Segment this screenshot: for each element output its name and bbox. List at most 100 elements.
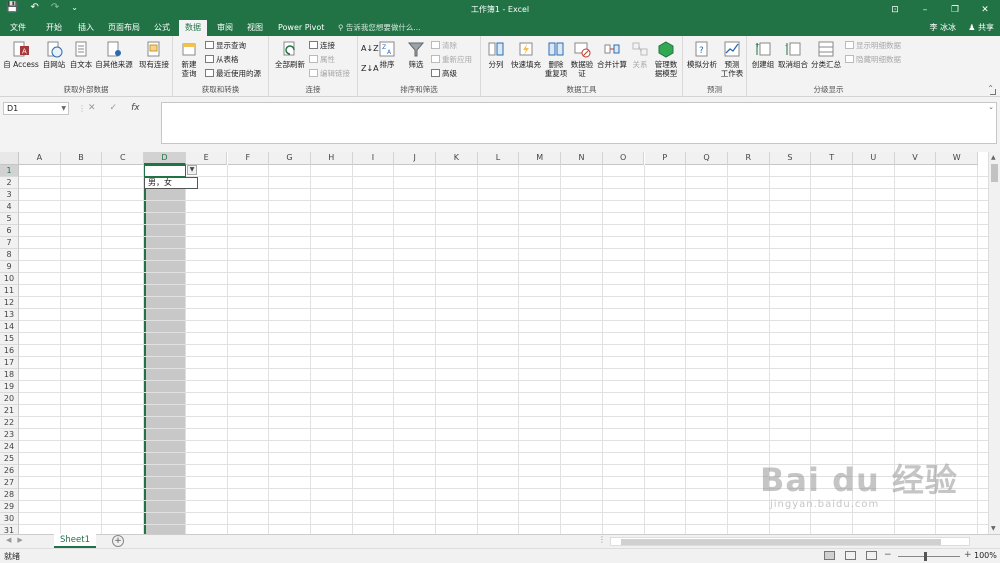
validation-dropdown-arrow-icon[interactable]: ▼ [187, 165, 197, 175]
recent-sources-button[interactable]: 最近使用的源 [205, 69, 261, 79]
remove-duplicates-button[interactable]: 删除 重复项 [543, 40, 569, 78]
column-header-w[interactable]: W [936, 152, 979, 165]
column-header-e[interactable]: E [185, 152, 228, 165]
scroll-down-icon[interactable]: ▼ [991, 525, 996, 532]
row-header-10[interactable]: 10 [0, 273, 19, 285]
row-header-14[interactable]: 14 [0, 321, 19, 333]
row-header-20[interactable]: 20 [0, 393, 19, 405]
properties-button[interactable]: 属性 [309, 55, 335, 65]
row-header-5[interactable]: 5 [0, 213, 19, 225]
row-header-3[interactable]: 3 [0, 189, 19, 201]
column-header-u[interactable]: U [853, 152, 895, 165]
expand-formula-bar-icon[interactable]: ⌄ [988, 103, 994, 111]
validation-dropdown-list[interactable]: 男，女 [144, 177, 198, 189]
column-header-v[interactable]: V [894, 152, 937, 165]
cancel-icon[interactable]: ✕ [88, 102, 96, 115]
row-header-22[interactable]: 22 [0, 417, 19, 429]
forecast-sheet-button[interactable]: 预测 工作表 [718, 40, 746, 78]
active-cell-d1[interactable] [144, 165, 186, 177]
row-header-24[interactable]: 24 [0, 441, 19, 453]
column-header-b[interactable]: B [60, 152, 103, 165]
from-table-button[interactable]: 从表格 [205, 55, 239, 65]
column-header-o[interactable]: O [602, 152, 645, 165]
new-sheet-icon[interactable]: + [112, 535, 124, 547]
new-query-button[interactable]: 新建 查询 [177, 40, 201, 78]
zoom-slider[interactable] [898, 556, 960, 557]
column-header-m[interactable]: M [519, 152, 562, 165]
tab-splitter-icon[interactable]: ⋮ [598, 535, 606, 544]
hide-detail-button[interactable]: 隐藏明细数据 [845, 55, 901, 65]
row-header-2[interactable]: 2 [0, 177, 19, 189]
clear-filter-button[interactable]: 清除 [431, 41, 457, 51]
minimize-button[interactable]: – [910, 0, 940, 20]
column-header-h[interactable]: H [310, 152, 353, 165]
name-box-dropdown-icon[interactable]: ▼ [61, 103, 66, 115]
reapply-button[interactable]: 重新应用 [431, 55, 472, 65]
tab-file[interactable]: 文件 [4, 20, 32, 36]
row-header-15[interactable]: 15 [0, 333, 19, 345]
tab-data[interactable]: 数据 [179, 20, 207, 36]
tab-formulas[interactable]: 公式 [148, 20, 176, 36]
row-header-16[interactable]: 16 [0, 345, 19, 357]
column-header-l[interactable]: L [477, 152, 520, 165]
relationships-button[interactable]: 关系 [629, 40, 651, 69]
column-header-j[interactable]: J [394, 152, 436, 165]
column-header-i[interactable]: I [352, 152, 395, 165]
row-header-31[interactable]: 31 [0, 525, 19, 534]
row-header-30[interactable]: 30 [0, 513, 19, 525]
tab-view[interactable]: 视图 [241, 20, 269, 36]
select-all-button[interactable] [0, 152, 19, 165]
tab-home[interactable]: 开始 [40, 20, 68, 36]
show-detail-button[interactable]: 显示明细数据 [845, 41, 901, 51]
vertical-scrollbar[interactable]: ▲ ▼ [988, 152, 1000, 534]
advanced-filter-button[interactable]: 高级 [431, 69, 457, 79]
page-break-view-icon[interactable] [866, 551, 877, 560]
horizontal-scroll-thumb[interactable] [621, 539, 941, 545]
zoom-out-icon[interactable]: − [884, 550, 892, 560]
row-header-26[interactable]: 26 [0, 465, 19, 477]
row-header-23[interactable]: 23 [0, 429, 19, 441]
tab-page-layout[interactable]: 页面布局 [102, 20, 146, 36]
flash-fill-button[interactable]: 快速填充 [508, 40, 544, 69]
vertical-scroll-thumb[interactable] [991, 164, 998, 182]
zoom-in-icon[interactable]: + [964, 550, 972, 560]
share-button[interactable]: ♟ 共享 [968, 20, 994, 36]
row-header-18[interactable]: 18 [0, 369, 19, 381]
column-header-s[interactable]: S [769, 152, 812, 165]
tab-insert[interactable]: 插入 [72, 20, 100, 36]
from-web-button[interactable]: 自网站 [40, 40, 68, 69]
column-header-d[interactable]: D [144, 152, 186, 165]
connections-button[interactable]: 连接 [309, 41, 335, 51]
text-to-columns-button[interactable]: 分列 [484, 40, 508, 69]
tab-power-pivot[interactable]: Power Pivot [272, 20, 330, 36]
enter-icon[interactable]: ✓ [110, 102, 118, 115]
collapse-ribbon-icon[interactable]: ⌃ [987, 84, 994, 93]
column-header-r[interactable]: R [727, 152, 770, 165]
row-header-25[interactable]: 25 [0, 453, 19, 465]
row-header-19[interactable]: 19 [0, 381, 19, 393]
row-header-29[interactable]: 29 [0, 501, 19, 513]
subtotal-button[interactable]: 分类汇总 [809, 40, 843, 69]
column-header-p[interactable]: P [644, 152, 687, 165]
zoom-slider-knob[interactable] [924, 552, 927, 561]
normal-view-icon[interactable] [824, 551, 835, 560]
data-validation-button[interactable]: 数据验 证 [568, 40, 596, 78]
edit-links-button[interactable]: 编辑链接 [309, 69, 350, 79]
what-if-analysis-button[interactable]: ? 模拟分析 [685, 40, 719, 69]
row-header-17[interactable]: 17 [0, 357, 19, 369]
from-access-button[interactable]: A 自 Access [2, 40, 40, 69]
existing-connections-button[interactable]: 现有连接 [137, 40, 171, 69]
row-header-9[interactable]: 9 [0, 261, 19, 273]
zoom-level[interactable]: 100% [974, 551, 997, 560]
ribbon-display-options-button[interactable]: ⊡ [880, 0, 910, 20]
column-header-g[interactable]: G [269, 152, 311, 165]
row-header-27[interactable]: 27 [0, 477, 19, 489]
scroll-up-icon[interactable]: ▲ [991, 154, 996, 161]
row-header-21[interactable]: 21 [0, 405, 19, 417]
column-header-q[interactable]: Q [686, 152, 728, 165]
column-header-c[interactable]: C [102, 152, 145, 165]
tell-me-box[interactable]: ⚲ 告诉我您想要做什么... [338, 20, 421, 36]
consolidate-button[interactable]: 合并计算 [595, 40, 629, 69]
group-button[interactable]: + 创建组 [749, 40, 777, 69]
row-header-1[interactable]: 1 [0, 165, 19, 177]
